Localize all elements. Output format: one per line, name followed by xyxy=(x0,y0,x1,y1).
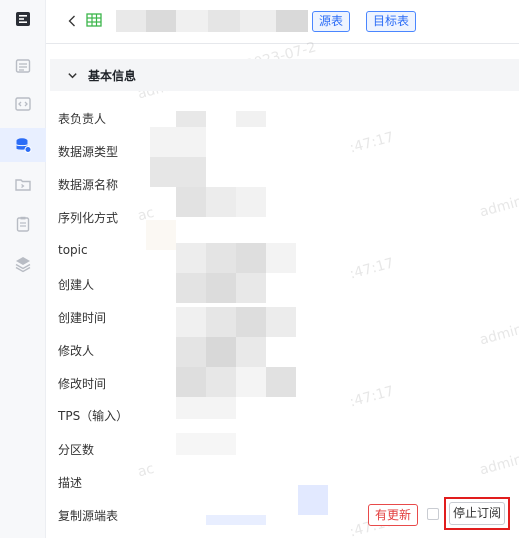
table-glyph xyxy=(86,13,102,27)
redacted-value xyxy=(176,111,206,127)
redacted-value xyxy=(150,127,206,157)
field-label-datasource-type: 数据源类型 xyxy=(58,145,119,159)
code-icon[interactable] xyxy=(9,90,37,118)
redacted-table-name xyxy=(116,10,308,32)
folder-glyph xyxy=(15,179,31,191)
clipboard-icon[interactable] xyxy=(9,210,37,238)
table-icon xyxy=(86,13,102,27)
watermark: admin xyxy=(478,321,519,349)
redacted-value xyxy=(236,111,266,127)
has-update-button[interactable]: 有更新 xyxy=(368,504,418,526)
chevron-glyph xyxy=(67,72,77,78)
field-label-modifier: 修改人 xyxy=(58,344,95,358)
redacted-value xyxy=(298,485,328,515)
layers-glyph xyxy=(15,257,31,273)
select-checkbox[interactable] xyxy=(427,508,439,520)
field-label-modified-time: 修改时间 xyxy=(58,377,107,391)
chevron-down-icon[interactable] xyxy=(64,67,80,83)
target-table-tag[interactable]: 目标表 xyxy=(366,11,417,32)
field-label-copy-source-table: 复制源端表 xyxy=(58,509,119,523)
redacted-value xyxy=(206,515,266,525)
clipboard-glyph xyxy=(16,216,30,232)
field-label-description: 描述 xyxy=(58,476,83,490)
page-header: 源表 目标表 xyxy=(46,0,519,44)
stop-subscription-highlight: 停止订阅 xyxy=(444,497,510,530)
field-label-datasource-name: 数据源名称 xyxy=(58,178,119,192)
redacted-value xyxy=(176,337,266,367)
database-glyph xyxy=(16,138,32,153)
redacted-value xyxy=(146,220,176,250)
watermark: :47:17 xyxy=(348,383,396,411)
redacted-value xyxy=(176,397,236,419)
redacted-value xyxy=(176,367,296,397)
redacted-value xyxy=(176,273,266,303)
code-glyph xyxy=(15,97,31,111)
back-icon[interactable] xyxy=(64,12,80,30)
watermark: ac xyxy=(136,460,156,481)
menu-glyph xyxy=(16,12,30,26)
source-table-tag[interactable]: 源表 xyxy=(312,11,351,32)
detail-panel: admin.mamout 2023-07-2 :47:17 admin ac :… xyxy=(46,39,519,538)
stop-subscription-button[interactable]: 停止订阅 xyxy=(449,502,505,525)
redacted-value xyxy=(176,433,236,455)
field-label-topic: topic xyxy=(58,243,88,257)
redacted-value xyxy=(176,243,296,273)
watermark: :47:17 xyxy=(348,129,396,157)
field-label-partitions: 分区数 xyxy=(58,443,95,457)
field-label-tps-input: TPS（输入） xyxy=(58,409,129,423)
field-label-owner: 表负责人 xyxy=(58,112,107,126)
section-title: 基本信息 xyxy=(88,68,137,83)
app-menu-icon[interactable] xyxy=(9,5,37,33)
redacted-value xyxy=(150,157,206,187)
watermark: :47:17 xyxy=(348,255,396,283)
redacted-value xyxy=(176,187,266,217)
list-icon[interactable] xyxy=(9,52,37,80)
field-label-serialization: 序列化方式 xyxy=(58,211,119,225)
database-icon[interactable] xyxy=(0,128,46,162)
back-glyph xyxy=(68,15,75,27)
layers-icon[interactable] xyxy=(9,250,37,278)
redacted-value xyxy=(176,307,296,337)
watermark: admin xyxy=(478,193,519,221)
folder-icon[interactable] xyxy=(9,170,37,198)
nav-sidebar xyxy=(0,0,46,538)
field-label-created-time: 创建时间 xyxy=(58,311,107,325)
basic-info-section-header[interactable]: 基本信息 xyxy=(50,59,519,91)
watermark: admin xyxy=(478,451,519,479)
list-glyph xyxy=(15,59,31,73)
field-label-creator: 创建人 xyxy=(58,278,95,292)
